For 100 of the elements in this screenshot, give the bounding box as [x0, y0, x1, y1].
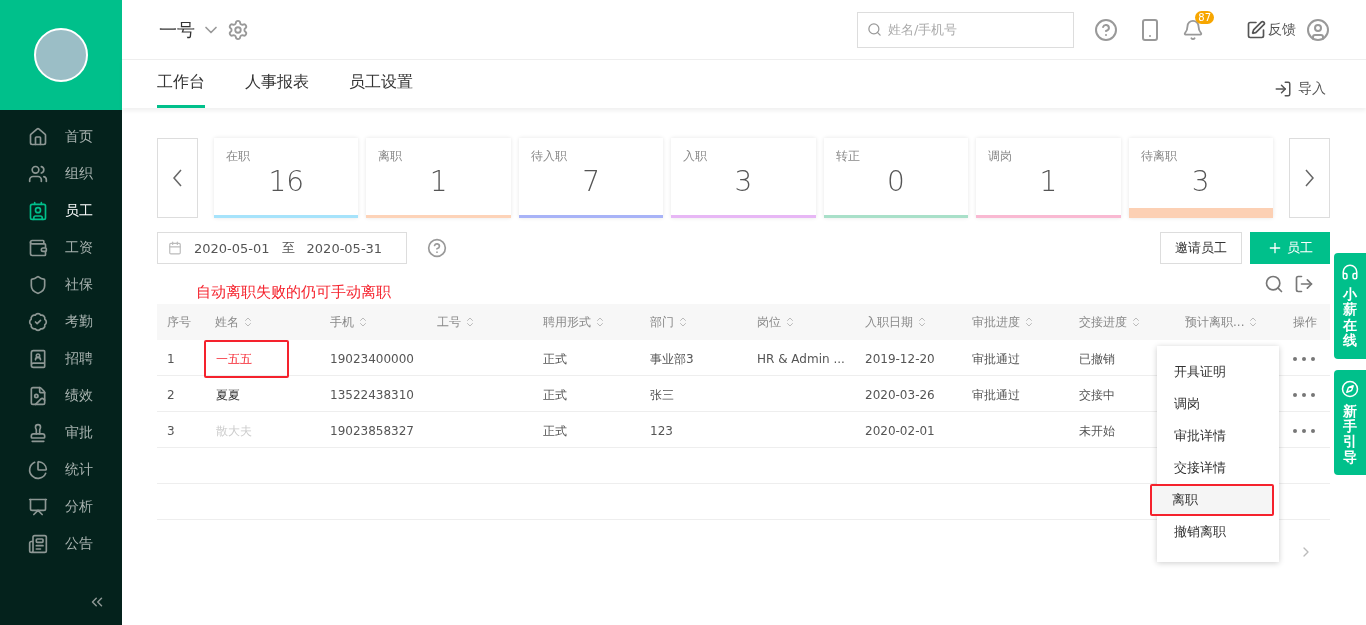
start-date: 2020-05-01 — [194, 240, 270, 256]
column-header[interactable]: 交接进度 — [1069, 313, 1175, 331]
sidebar-item[interactable]: 招聘 — [0, 340, 122, 377]
sidebar-item[interactable]: 工资 — [0, 229, 122, 266]
invite-button[interactable]: 邀请员工 — [1160, 232, 1242, 264]
more-icon[interactable] — [1293, 393, 1315, 397]
column-header: 操作 — [1292, 313, 1318, 331]
sidebar-item[interactable]: 考勤 — [0, 303, 122, 340]
sort-icon — [784, 316, 796, 328]
stat-value: 3 — [733, 165, 754, 200]
stat-card[interactable]: 转正 0 — [823, 138, 969, 218]
stat-label: 调岗 — [987, 148, 1014, 165]
menu-item[interactable]: 审批详情 — [1157, 420, 1279, 452]
stat-label: 在职 — [225, 148, 251, 165]
avatar-photo-placeholder[interactable] — [34, 28, 88, 82]
menu-item[interactable]: 调岗 — [1157, 388, 1279, 420]
table-cell-text: 交接中 — [1078, 386, 1116, 404]
address-book-icon — [28, 348, 48, 369]
name-cell[interactable]: 一五五 — [204, 340, 289, 378]
column-header[interactable]: 手机 — [320, 313, 427, 331]
tab[interactable]: 员工设置 — [349, 72, 413, 108]
column-header[interactable]: 入职日期 — [855, 313, 962, 331]
sort-icon — [1130, 316, 1142, 328]
table-cell-text: 19023400000 — [329, 352, 415, 366]
export-icon[interactable] — [1294, 274, 1314, 294]
stat-card[interactable]: 入职 3 — [671, 138, 816, 218]
name-cell[interactable]: 夏夏 — [204, 376, 289, 414]
sidebar-item[interactable]: 分析 — [0, 488, 122, 525]
stat-value: 1 — [428, 165, 449, 200]
stat-value: 16 — [267, 165, 306, 200]
sidebar-item[interactable]: 社保 — [0, 266, 122, 303]
end-date: 2020-05-31 — [306, 240, 383, 256]
shield-icon — [28, 274, 48, 295]
table-cell-text: 2020-03-26 — [864, 388, 936, 402]
table-cell-text: 未开始 — [1078, 422, 1116, 440]
menu-item[interactable]: 交接详情 — [1157, 452, 1279, 484]
import-icon — [1274, 80, 1292, 98]
feedback-link[interactable]: 反馈 — [1246, 19, 1296, 40]
tab[interactable]: 人事报表 — [245, 72, 309, 108]
date-range-field[interactable]: 2020-05-01 至 2020-05-31 — [157, 232, 407, 264]
sidebar-item[interactable]: 统计 — [0, 451, 122, 488]
house-icon — [28, 126, 48, 147]
column-header[interactable]: 聘用形式 — [533, 313, 640, 331]
table-cell-text: HR & Admin ... — [756, 352, 846, 366]
stat-card[interactable]: 待离职 3 — [1128, 138, 1273, 218]
column-header[interactable]: 预计离职... — [1175, 313, 1283, 331]
table-cell-text: 13522438310 — [329, 388, 415, 402]
table-cell-text: 审批通过 — [971, 386, 1021, 404]
headset-icon — [1341, 263, 1359, 281]
sidebar-item[interactable]: 审批 — [0, 414, 122, 451]
sidebar-item[interactable]: 绩效 — [0, 377, 122, 414]
settings-icon[interactable] — [227, 18, 249, 41]
chevron-left-icon — [173, 169, 182, 187]
table-cell-text: 正式 — [542, 350, 568, 368]
table-cell-text: 2 — [166, 388, 176, 402]
menu-item[interactable]: 开具证明 — [1157, 356, 1279, 388]
people-icon — [28, 163, 48, 184]
stat-card[interactable]: 待入职 7 — [518, 138, 664, 218]
newspaper-icon — [28, 533, 48, 554]
sort-icon — [357, 316, 369, 328]
import-link[interactable]: 导入 — [1274, 80, 1326, 108]
sidebar-item[interactable]: 员工 — [0, 192, 122, 229]
more-icon[interactable] — [1293, 357, 1315, 361]
column-header[interactable]: 部门 — [640, 313, 747, 331]
check-badge-icon — [28, 311, 48, 332]
search-icon[interactable] — [1264, 274, 1284, 294]
search-field[interactable]: 姓名/手机号 — [857, 11, 1074, 48]
sort-icon — [677, 316, 689, 328]
column-header[interactable]: 岗位 — [747, 313, 855, 331]
menu-item[interactable]: 离职 — [1150, 484, 1274, 516]
column-header[interactable]: 姓名 — [205, 313, 320, 331]
table-cell-text: 已撤销 — [1078, 350, 1116, 368]
help-icon[interactable] — [1094, 17, 1118, 42]
wallet-icon — [28, 237, 48, 258]
user-icon[interactable] — [1306, 17, 1330, 42]
sort-icon — [594, 316, 606, 328]
company-name[interactable]: 一号 — [159, 17, 195, 42]
table-cell-text: 正式 — [542, 422, 568, 440]
compass-icon — [1341, 379, 1359, 398]
search-icon — [867, 22, 882, 37]
annotation-text: 自动离职失败的仍可手动离职 — [196, 283, 391, 303]
help-icon[interactable] — [427, 238, 447, 258]
column-header[interactable]: 审批进度 — [962, 313, 1069, 331]
stat-card[interactable]: 离职 1 — [366, 138, 511, 218]
tab[interactable]: 工作台 — [157, 72, 205, 108]
sidebar-item[interactable]: 公告 — [0, 525, 122, 562]
table-cell-text: 事业部3 — [649, 350, 695, 368]
more-icon[interactable] — [1293, 429, 1315, 433]
menu-item[interactable]: 撤销离职 — [1157, 516, 1279, 548]
calendar-icon — [168, 241, 182, 255]
stat-label: 离职 — [377, 148, 404, 165]
stat-card[interactable]: 调岗 1 — [976, 138, 1121, 218]
edit-icon — [1246, 19, 1266, 40]
sidebar-item[interactable]: 组织 — [0, 155, 122, 192]
sort-icon — [916, 316, 928, 328]
notification-badge: 87 — [1195, 10, 1214, 24]
table-cell-text: 审批通过 — [971, 350, 1021, 368]
stat-card[interactable]: 在职 16 — [214, 138, 359, 218]
column-header[interactable]: 工号 — [427, 313, 533, 331]
sidebar-item[interactable]: 首页 — [0, 118, 122, 155]
